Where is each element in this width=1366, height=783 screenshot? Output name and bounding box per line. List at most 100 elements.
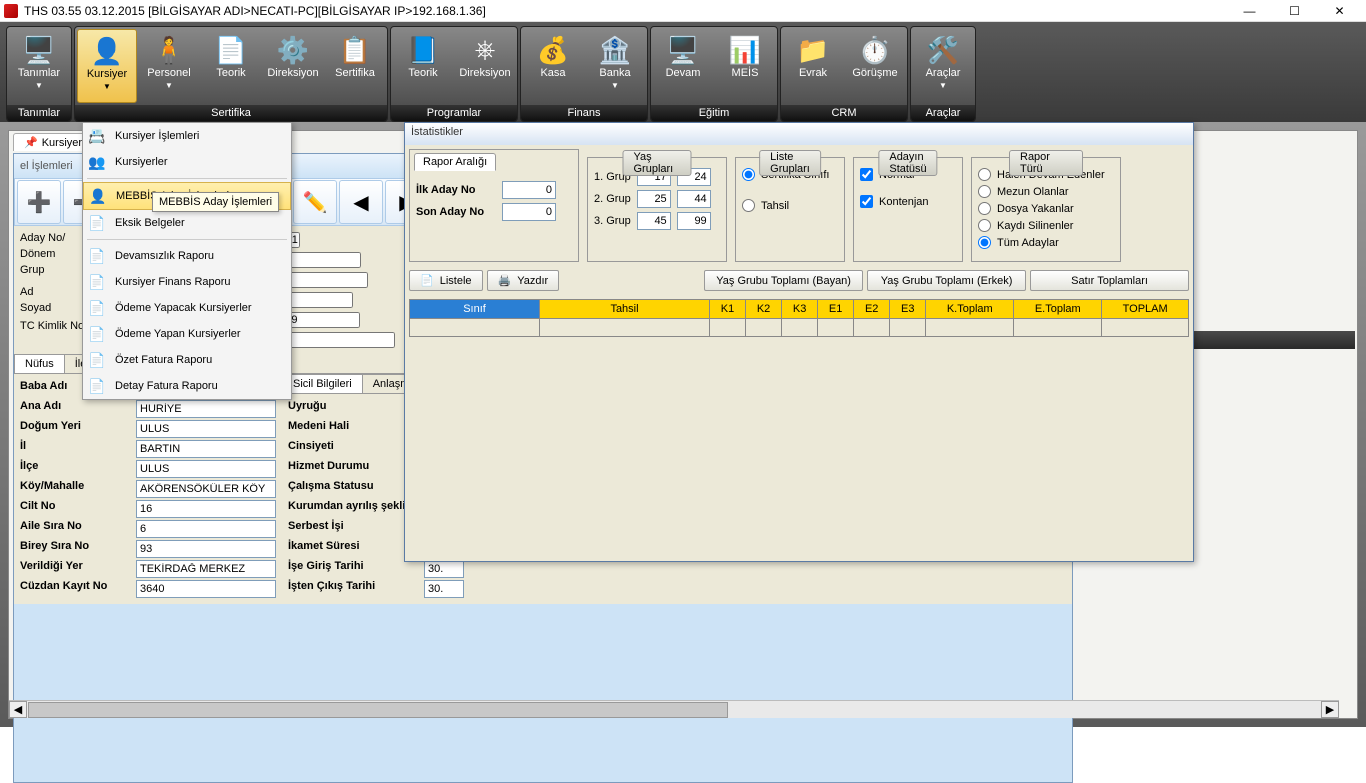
yas-max[interactable] xyxy=(677,212,711,230)
label-serbest: Serbest İşi xyxy=(288,520,418,538)
menu-item[interactable]: 📄Ödeme Yapacak Kursiyerler xyxy=(83,295,291,321)
close-button[interactable]: ✕ xyxy=(1317,1,1362,21)
input-ana_adi[interactable] xyxy=(136,400,276,418)
ribbon-direksiyon-button[interactable]: ⚙️Direksiyon xyxy=(263,29,323,103)
ribbon-group: 👤Kursiyer▼🧍Personel▼📄Teorik⚙️Direksiyon📋… xyxy=(74,26,388,122)
input-dogum_yeri[interactable] xyxy=(136,420,276,438)
ribbon-group: 💰Kasa🏦Banka▼ Finans xyxy=(520,26,648,122)
minimize-button[interactable]: — xyxy=(1227,1,1272,21)
rapor-radio[interactable] xyxy=(978,202,991,215)
scroll-left-button[interactable]: ◀ xyxy=(9,701,27,718)
radio-sertifika[interactable] xyxy=(742,168,755,181)
rapor-radio[interactable] xyxy=(978,219,991,232)
ribbon-görüşme-button[interactable]: ⏱️Görüşme xyxy=(845,29,905,103)
menu-item[interactable]: 📄Detay Fatura Raporu xyxy=(83,373,291,399)
table-header: K.Toplam xyxy=(926,300,1014,319)
ribbon-personel-button[interactable]: 🧍Personel▼ xyxy=(139,29,199,103)
ribbon-icon: 📊 xyxy=(728,33,762,67)
ribbon: 🖥️Tanımlar▼Tanımlar👤Kursiyer▼🧍Personel▼📄… xyxy=(0,22,1366,122)
menu-item[interactable]: 📄Ödeme Yapan Kursiyerler xyxy=(83,321,291,347)
input-cuzdan[interactable] xyxy=(136,580,276,598)
menu-item[interactable]: 📄Devamsızlık Raporu xyxy=(83,243,291,269)
ribbon-mei̇s-button[interactable]: 📊MEİS xyxy=(715,29,775,103)
rapor-radio[interactable] xyxy=(978,236,991,249)
ribbon-group-label: Finans xyxy=(521,105,647,121)
stat-yazdir-button[interactable]: 🖨️Yazdır xyxy=(487,270,560,291)
input-ilce[interactable] xyxy=(136,460,276,478)
scroll-right-button[interactable]: ▶ xyxy=(1321,701,1339,718)
window-title: THS 03.55 03.12.2015 [BİLGİSAYAR ADI>NEC… xyxy=(24,4,1227,18)
window-titlebar: THS 03.55 03.12.2015 [BİLGİSAYAR ADI>NEC… xyxy=(0,0,1366,22)
yas-max[interactable] xyxy=(677,190,711,208)
scroll-thumb[interactable] xyxy=(28,702,728,718)
menu-item[interactable]: 📄Eksik Belgeler xyxy=(83,210,291,236)
satir-toplam-button[interactable]: Satır Toplamları xyxy=(1030,270,1189,291)
ribbon-banka-button[interactable]: 🏦Banka▼ xyxy=(585,29,645,103)
input-cikis[interactable] xyxy=(424,580,464,598)
radio-tahsil-label: Tahsil xyxy=(761,200,789,212)
ribbon-kasa-button[interactable]: 💰Kasa xyxy=(523,29,583,103)
menu-item[interactable]: 📇Kursiyer İşlemleri xyxy=(83,123,291,149)
menu-icon: 📄 xyxy=(87,214,107,232)
rapor-radio[interactable] xyxy=(978,168,991,181)
radio-tahsil[interactable] xyxy=(742,199,755,212)
ribbon-group-label: Tanımlar xyxy=(7,105,71,121)
ribbon-group-label: Eğitim xyxy=(651,105,777,121)
yas-toplam-bayan-button[interactable]: Yaş Grubu Toplamı (Bayan) xyxy=(704,270,863,291)
rapor-araligi-tab[interactable]: Rapor Aralığı xyxy=(414,153,496,171)
table-cell xyxy=(540,319,710,337)
table-cell xyxy=(1102,319,1189,337)
input-koy[interactable] xyxy=(136,480,276,498)
ribbon-sertifika-button[interactable]: 📋Sertifika xyxy=(325,29,385,103)
ribbon-araçlar-button[interactable]: 🛠️Araçlar▼ xyxy=(913,29,973,103)
table-header: K1 xyxy=(710,300,746,319)
input-giris[interactable] xyxy=(424,560,464,578)
son-aday-input[interactable] xyxy=(502,203,556,221)
rapor-turu-group: Rapor Türü Halen Devam EdenlerMezun Olan… xyxy=(971,157,1121,262)
ribbon-group: 🖥️Tanımlar▼ Tanımlar xyxy=(6,26,72,122)
ilk-aday-input[interactable] xyxy=(502,181,556,199)
toolbar-icon: ✏️ xyxy=(303,190,328,215)
ribbon-devam-button[interactable]: 🖥️Devam xyxy=(653,29,713,103)
input-il[interactable] xyxy=(136,440,276,458)
ribbon-kursiyer-button[interactable]: 👤Kursiyer▼ xyxy=(77,29,137,103)
check-normal[interactable] xyxy=(860,168,873,181)
menu-item[interactable]: 📄Özet Fatura Raporu xyxy=(83,347,291,373)
table-cell xyxy=(1014,319,1102,337)
aday-status-group: Adayın Statüsü Normal Kontenjan xyxy=(853,157,963,262)
ribbon-icon: 🖥️ xyxy=(666,33,700,67)
table-cell xyxy=(410,319,540,337)
menu-item[interactable]: 👥Kursiyerler xyxy=(83,149,291,175)
toolbar-button[interactable]: ➕ xyxy=(17,180,61,224)
input-verildigi[interactable] xyxy=(136,560,276,578)
yas-min[interactable] xyxy=(637,212,671,230)
ilk-aday-label: İlk Aday No xyxy=(416,184,496,196)
check-kontenjan[interactable] xyxy=(860,195,873,208)
maximize-button[interactable]: ☐ xyxy=(1272,1,1317,21)
toolbar-button[interactable]: ✏️ xyxy=(293,180,337,224)
input-aile[interactable] xyxy=(136,520,276,538)
ribbon-evrak-button[interactable]: 📁Evrak xyxy=(783,29,843,103)
ribbon-teorik-button[interactable]: 📄Teorik xyxy=(201,29,261,103)
ribbon-teorik-button[interactable]: 📘Teorik xyxy=(393,29,453,103)
table-cell xyxy=(890,319,926,337)
horizontal-scrollbar[interactable]: ◀ ▶ xyxy=(9,700,1339,718)
toolbar-button[interactable]: ◀ xyxy=(339,180,383,224)
label-medeni: Medeni Hali xyxy=(288,420,418,438)
ribbon-direksiyon-button[interactable]: ⎈Direksiyon xyxy=(455,29,515,103)
yas-toplam-erkek-button[interactable]: Yaş Grubu Toplamı (Erkek) xyxy=(867,270,1026,291)
subtab[interactable]: Nüfus xyxy=(14,354,65,373)
ribbon-tanımlar-button[interactable]: 🖥️Tanımlar▼ xyxy=(9,29,69,103)
hesap-field[interactable] xyxy=(275,332,395,348)
rapor-radio[interactable] xyxy=(978,185,991,198)
liste-gruplari-legend: Liste Grupları xyxy=(759,150,821,176)
input-cilt[interactable] xyxy=(136,500,276,518)
listele-button[interactable]: 📄Listele xyxy=(409,270,483,291)
subtab[interactable]: Sicil Bilgileri xyxy=(282,374,363,393)
stat-table: SınıfTahsilK1K2K3E1E2E3K.ToplamE.ToplamT… xyxy=(409,299,1189,337)
ribbon-icon: 📄 xyxy=(214,33,248,67)
menu-item[interactable]: 📄Kursiyer Finans Raporu xyxy=(83,269,291,295)
input-birey[interactable] xyxy=(136,540,276,558)
stat-top-row: Rapor Aralığı İlk Aday No Son Aday No Ya… xyxy=(409,149,1189,262)
yas-min[interactable] xyxy=(637,190,671,208)
